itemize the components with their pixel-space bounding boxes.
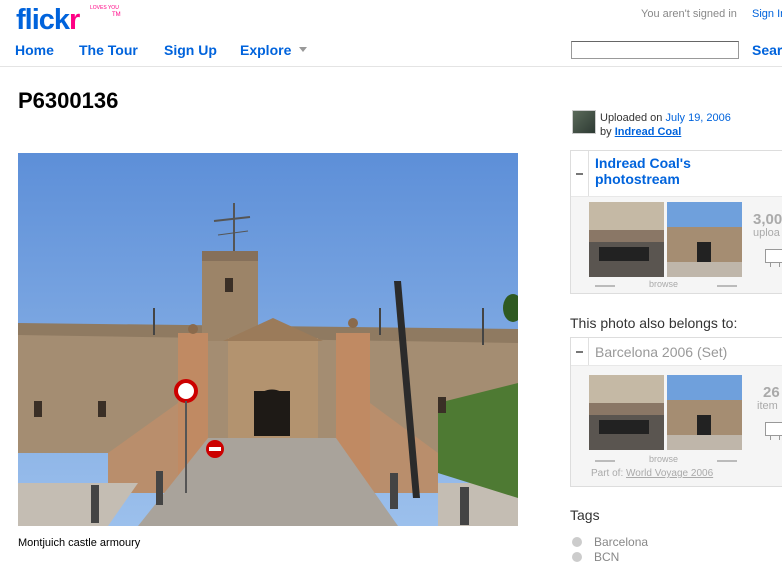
part-of-prefix: Part of: <box>591 468 624 479</box>
set-title[interactable]: Barcelona 2006 (Set) <box>595 344 727 360</box>
search-button[interactable]: Search <box>752 42 782 58</box>
photo-caption: Montjuich castle armoury <box>18 537 141 549</box>
nav-home[interactable]: Home <box>15 42 54 58</box>
set-browse-next-icon[interactable] <box>717 460 737 462</box>
nav-explore[interactable]: Explore <box>240 42 291 58</box>
signed-status: You aren't signed in <box>641 8 737 20</box>
tag-label[interactable]: Barcelona <box>594 535 648 549</box>
upload-info: Uploaded on July 19, 2006 by Indread Coa… <box>600 111 731 139</box>
part-of-link[interactable]: World Voyage 2006 <box>626 468 713 479</box>
by-prefix: by <box>600 126 612 138</box>
set-count-unit: item <box>757 400 778 412</box>
set-thumb-2[interactable] <box>667 375 742 450</box>
set-thumb-1[interactable] <box>589 375 664 450</box>
set-browse-label[interactable]: browse <box>649 454 678 464</box>
nav-the-tour[interactable]: The Tour <box>79 42 138 58</box>
photostream-header: Indread Coal's photostream <box>571 151 782 197</box>
tag-icon <box>572 537 582 547</box>
slideshow-icon[interactable] <box>765 249 782 267</box>
set-slideshow-icon[interactable] <box>765 422 782 440</box>
search-input[interactable] <box>571 41 739 59</box>
logo-text: flick <box>16 4 70 36</box>
set-browse-prev-icon[interactable] <box>595 460 615 462</box>
minus-icon <box>576 172 583 175</box>
set-collapse-toggle[interactable] <box>571 338 589 365</box>
photostream-collapse-toggle[interactable] <box>571 151 589 196</box>
set-panel: Barcelona 2006 (Set) 26 item browse Part… <box>570 337 782 487</box>
photostream-count: 3,00 <box>753 211 782 228</box>
owner-avatar[interactable] <box>572 110 596 134</box>
owner-name-link[interactable]: Indread Coal <box>615 126 682 138</box>
header-divider <box>0 66 782 67</box>
photo-title: P6300136 <box>18 88 119 113</box>
tag-label[interactable]: BCN <box>594 550 619 562</box>
signin-link[interactable]: Sign In <box>752 8 782 20</box>
set-header: Barcelona 2006 (Set) <box>571 338 782 366</box>
main-photo[interactable] <box>18 153 518 526</box>
logo-trademark: TM <box>112 12 121 18</box>
photostream-count-unit: uploa <box>753 227 780 239</box>
part-of: Part of: World Voyage 2006 <box>591 468 713 479</box>
photostream-title[interactable]: Indread Coal's photostream <box>595 155 715 187</box>
nav-sign-up[interactable]: Sign Up <box>164 42 217 58</box>
photostream-panel: Indread Coal's photostream 3,00 uploa br… <box>570 150 782 294</box>
browse-next-icon[interactable] <box>717 285 737 287</box>
belongs-heading: This photo also belongs to: <box>570 315 738 331</box>
browse-label[interactable]: browse <box>649 279 678 289</box>
flickr-logo[interactable]: flickr LOVES YOU TM <box>16 4 121 36</box>
logo-tagline: LOVES YOU <box>90 5 119 11</box>
set-count: 26 <box>763 384 780 401</box>
uploaded-prefix: Uploaded on <box>600 112 663 124</box>
upload-date-link[interactable]: July 19, 2006 <box>665 112 730 124</box>
tag-icon <box>572 552 582 562</box>
photostream-thumb-2[interactable] <box>667 202 742 277</box>
tags-heading: Tags <box>570 507 600 523</box>
browse-prev-icon[interactable] <box>595 285 615 287</box>
logo-text-accent: r <box>69 4 80 36</box>
minus-icon <box>576 350 583 353</box>
explore-dropdown-icon[interactable] <box>299 47 307 52</box>
photostream-thumb-1[interactable] <box>589 202 664 277</box>
